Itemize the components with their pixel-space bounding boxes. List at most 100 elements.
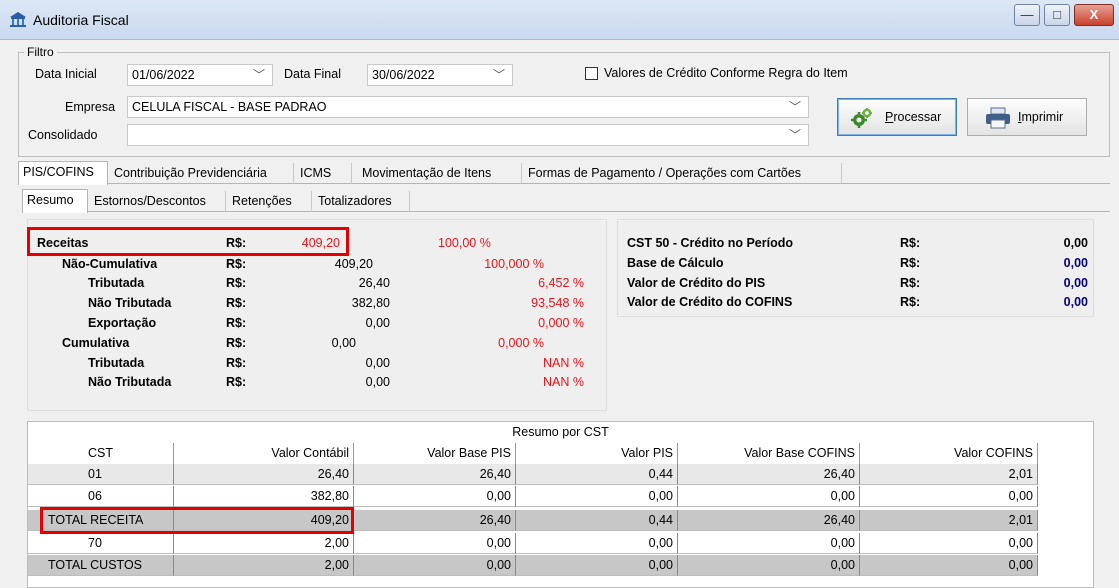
currency-label: R$: [900, 276, 921, 290]
receitas-pct: 100,00 % [438, 236, 491, 250]
cell-cst: 06 [28, 486, 174, 507]
tab-movimentacao-itens[interactable]: Movimentação de Itens [358, 163, 522, 184]
cell-valor-contabil: 2,00 [174, 555, 354, 576]
empresa-select[interactable]: CELULA FISCAL - BASE PADRAO ﹀ [127, 96, 809, 118]
cell-valor-pis: 0,44 [516, 464, 678, 485]
cell-valor-contabil: 2,00 [174, 533, 354, 554]
data-final-field[interactable]: 30/06/2022 ﹀ [367, 64, 513, 86]
processar-label: rocessar [893, 110, 942, 124]
currency-label: R$: [226, 375, 247, 389]
nao-cumulativa-label: Não-Cumulativa [62, 257, 158, 271]
cell-cst: 01 [28, 464, 174, 485]
nc-nao-tributada-pct: 93,548 % [531, 296, 584, 310]
table-row-total-custos[interactable]: TOTAL CUSTOS 2,00 0,00 0,00 0,00 0,00 [28, 555, 1038, 576]
cell-valor-base-pis: 26,40 [354, 464, 516, 485]
table-row[interactable]: 70 2,00 0,00 0,00 0,00 0,00 [28, 533, 1038, 554]
table-row[interactable]: 01 26,40 26,40 0,44 26,40 2,01 [28, 464, 1038, 485]
credit-rule-checkbox[interactable] [585, 67, 598, 80]
building-icon [10, 12, 26, 27]
cell-valor-contabil: 26,40 [174, 464, 354, 485]
tab-estornos-descontos[interactable]: Estornos/Descontos [90, 191, 226, 212]
cell-cst: TOTAL CUSTOS [28, 555, 174, 576]
main-tabs: PIS/COFINS Contribuição Previdenciária I… [18, 161, 1110, 185]
grid-header-row: CST Valor Contábil Valor Base PIS Valor … [28, 443, 1038, 464]
currency-label: R$: [226, 257, 247, 271]
window-title: Auditoria Fiscal [33, 12, 129, 28]
credito-pis-value: 0,00 [1063, 276, 1088, 290]
consolidado-select[interactable]: ﹀ [127, 124, 809, 146]
tab-retencoes[interactable]: Retenções [228, 191, 312, 212]
cumulativa-pct: 0,000 % [498, 336, 544, 350]
col-header-valor-contabil[interactable]: Valor Contábil [174, 443, 354, 464]
cell-valor-cofins: 0,00 [860, 486, 1038, 507]
chevron-down-icon[interactable]: ﹀ [789, 125, 801, 145]
cell-valor-base-cofins: 26,40 [678, 464, 860, 485]
cell-cst: 70 [28, 533, 174, 554]
tab-icms[interactable]: ICMS [296, 163, 352, 184]
col-header-valor-base-cofins[interactable]: Valor Base COFINS [678, 443, 860, 464]
nc-tributada-pct: 6,452 % [538, 276, 584, 290]
cell-valor-pis: 0,00 [516, 486, 678, 507]
nc-exportacao-value: 0,00 [365, 316, 390, 330]
col-header-valor-cofins[interactable]: Valor COFINS [860, 443, 1038, 464]
empresa-value: CELULA FISCAL - BASE PADRAO [132, 100, 327, 114]
chevron-down-icon[interactable]: ﹀ [789, 97, 801, 117]
data-inicial-field[interactable]: 01/06/2022 ﹀ [127, 64, 273, 86]
empresa-label: Empresa [65, 100, 116, 114]
currency-label: R$: [900, 295, 921, 309]
close-button[interactable]: X [1074, 4, 1114, 26]
nc-nao-tributada-value: 382,80 [351, 296, 390, 310]
imprimir-label: mprimir [1021, 110, 1064, 124]
tab-contribuicao-previdenciaria[interactable]: Contribuição Previdenciária [110, 163, 294, 184]
currency-label: R$: [900, 236, 921, 250]
nc-tributada-value: 26,40 [358, 276, 390, 290]
base-calculo-label: Base de Cálculo [627, 256, 724, 270]
tab-pis-cofins[interactable]: PIS/COFINS [18, 161, 108, 185]
cell-valor-base-cofins: 26,40 [678, 510, 860, 531]
data-inicial-value: 01/06/2022 [132, 68, 195, 82]
currency-label: R$: [226, 296, 247, 310]
col-header-valor-pis[interactable]: Valor PIS [516, 443, 678, 464]
cumulativa-value: 0,00 [331, 336, 356, 350]
tab-totalizadores[interactable]: Totalizadores [314, 191, 410, 212]
currency-label: R$: [226, 276, 247, 290]
col-header-cst[interactable]: CST [28, 443, 174, 464]
col-header-valor-base-pis[interactable]: Valor Base PIS [354, 443, 516, 464]
cell-valor-base-cofins: 0,00 [678, 555, 860, 576]
imprimir-button[interactable]: Imprimir [967, 98, 1087, 136]
table-row[interactable]: 06 382,80 0,00 0,00 0,00 0,00 [28, 486, 1038, 507]
maximize-button[interactable]: □ [1044, 4, 1070, 26]
tab-formas-pagamento[interactable]: Formas de Pagamento / Operações com Cart… [524, 163, 842, 184]
cell-valor-base-cofins: 0,00 [678, 486, 860, 507]
gear-icon [851, 108, 872, 128]
currency-label: R$: [226, 316, 247, 330]
c-nao-tributada-pct: NAN % [543, 375, 584, 389]
cumulativa-label: Cumulativa [62, 336, 130, 350]
cell-valor-base-pis: 26,40 [354, 510, 516, 531]
nc-exportacao-pct: 0,000 % [538, 316, 584, 330]
filter-legend: Filtro [24, 45, 57, 59]
cell-valor-base-pis: 0,00 [354, 533, 516, 554]
grid-title: Resumo por CST [512, 425, 609, 439]
data-final-value: 30/06/2022 [372, 68, 435, 82]
c-tributada-pct: NAN % [543, 356, 584, 370]
cell-valor-cofins: 0,00 [860, 533, 1038, 554]
currency-label: R$: [900, 256, 921, 270]
minimize-button[interactable]: — [1014, 4, 1040, 26]
chevron-down-icon[interactable]: ﹀ [493, 65, 505, 85]
sub-tabs: Resumo Estornos/Descontos Retenções Tota… [22, 189, 422, 213]
tab-resumo[interactable]: Resumo [22, 189, 88, 213]
data-final-label: Data Final [284, 67, 341, 81]
cell-valor-pis: 0,44 [516, 510, 678, 531]
processar-button[interactable]: Processar [837, 98, 957, 136]
nao-cumulativa-pct: 100,000 % [484, 257, 544, 271]
chevron-down-icon[interactable]: ﹀ [253, 65, 265, 85]
cell-valor-pis: 0,00 [516, 555, 678, 576]
credito-pis-label: Valor de Crédito do PIS [627, 276, 766, 290]
nc-nao-tributada-label: Não Tributada [88, 296, 172, 310]
cell-valor-cofins: 2,01 [860, 510, 1038, 531]
cell-valor-pis: 0,00 [516, 533, 678, 554]
c-tributada-label: Tributada [88, 356, 145, 370]
cst50-label: CST 50 - Crédito no Período [627, 236, 793, 250]
cell-valor-contabil: 382,80 [174, 486, 354, 507]
